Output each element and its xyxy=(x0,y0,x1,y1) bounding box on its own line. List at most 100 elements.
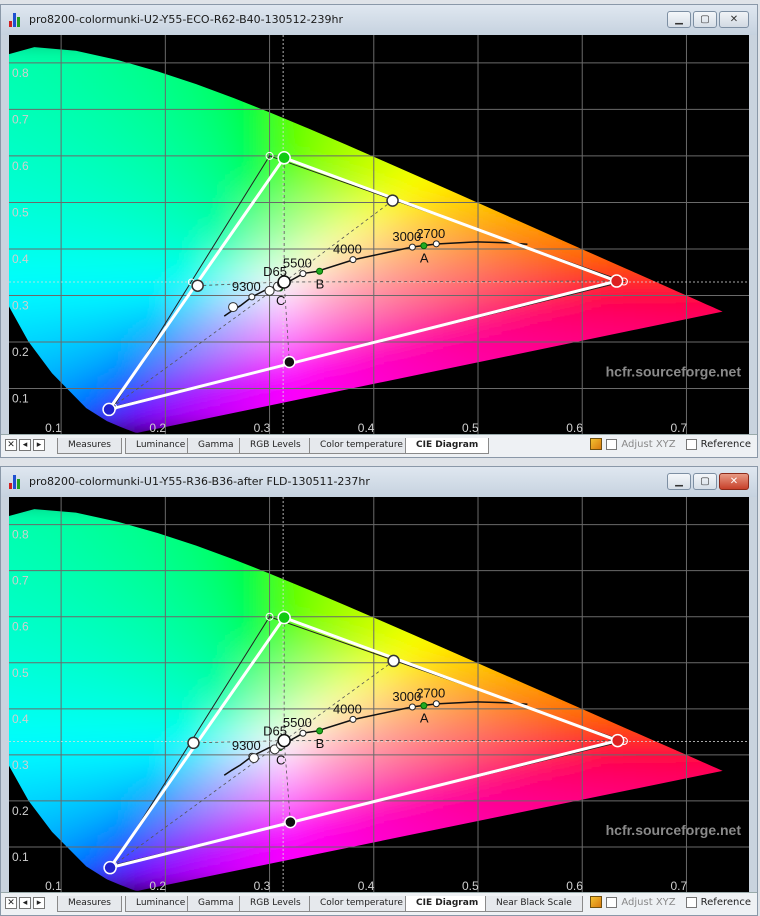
tab-luminance[interactable]: Luminance xyxy=(125,896,197,912)
tab-bar: ✕ ◂ ▸ Measures Luminance Gamma RGB Level… xyxy=(1,892,757,915)
blackbody-marker xyxy=(432,240,440,248)
tab-luminance[interactable]: Luminance xyxy=(125,438,197,454)
secondary-marker xyxy=(283,355,296,369)
maximize-button[interactable]: ▢ xyxy=(693,11,717,28)
tab-cie-diagram[interactable]: CIE Diagram xyxy=(405,438,490,454)
tab-measures[interactable]: Measures xyxy=(57,438,122,454)
illuminant-label: B xyxy=(316,736,325,751)
y-tick-label: 0.2 xyxy=(12,345,29,359)
y-tick-label: 0.7 xyxy=(12,574,29,588)
illuminant-marker xyxy=(420,702,428,710)
grayscale-point xyxy=(264,285,275,296)
maximize-button[interactable]: ▢ xyxy=(693,473,717,490)
secondary-marker xyxy=(187,736,200,750)
reference-label: Reference xyxy=(700,438,751,450)
reference-checkbox[interactable] xyxy=(685,438,697,450)
watermark-text: hcfr.sourceforge.net xyxy=(606,822,742,838)
minimize-button[interactable]: ▁ xyxy=(667,473,691,490)
x-tick-label: 0.3 xyxy=(254,879,271,893)
y-tick-label: 0.7 xyxy=(12,112,29,126)
y-tick-label: 0.6 xyxy=(12,159,29,173)
y-tick-label: 0.6 xyxy=(12,620,29,634)
primary-marker xyxy=(609,274,624,288)
y-tick-label: 0.5 xyxy=(12,666,29,680)
reference-checkbox[interactable] xyxy=(685,896,697,908)
prev-tab-icon[interactable]: ◂ xyxy=(19,897,31,909)
y-tick-label: 0.2 xyxy=(12,804,29,818)
tab-color-temperature[interactable]: Color temperature xyxy=(309,438,414,454)
x-tick-label: 0.1 xyxy=(45,421,62,435)
minimize-button[interactable]: ▁ xyxy=(667,11,691,28)
adjust-xyz-checkbox[interactable] xyxy=(606,438,618,450)
x-tick-label: 0.6 xyxy=(566,879,583,893)
secondary-marker xyxy=(386,194,399,207)
secondary-marker xyxy=(191,279,204,292)
tab-rgb-levels[interactable]: RGB Levels xyxy=(239,896,312,912)
next-tab-icon[interactable]: ▸ xyxy=(33,897,45,909)
blackbody-label: 2700 xyxy=(416,686,445,701)
blackbody-label: 4000 xyxy=(333,701,362,716)
y-tick-label: 0.4 xyxy=(12,712,29,726)
illuminant-label: C xyxy=(276,293,285,308)
close-tab-icon[interactable]: ✕ xyxy=(5,897,17,909)
blackbody-marker xyxy=(408,243,416,251)
close-tab-icon[interactable]: ✕ xyxy=(5,439,17,451)
close-button[interactable]: ✕ xyxy=(719,473,749,490)
x-tick-label: 0.4 xyxy=(358,421,375,435)
grayscale-point xyxy=(228,302,239,313)
title-bar[interactable]: pro8200-colormunki-U2-Y55-ECO-R62-B40-13… xyxy=(1,5,757,35)
x-tick-label: 0.7 xyxy=(670,879,687,893)
chart-app-icon xyxy=(9,13,23,27)
blackbody-label: 9300 xyxy=(232,279,261,294)
settings-icon[interactable] xyxy=(590,896,603,908)
y-tick-label: 0.4 xyxy=(12,252,29,266)
primary-marker xyxy=(277,151,291,165)
y-tick-label: 0.1 xyxy=(12,391,29,405)
illuminant-label: A xyxy=(420,251,429,266)
blackbody-label: 5500 xyxy=(283,715,312,730)
title-bar[interactable]: pro8200-colormunki-U1-Y55-R36-B36-after … xyxy=(1,467,757,497)
tab-near-black-scale[interactable]: Near Black Scale xyxy=(485,896,583,912)
next-tab-icon[interactable]: ▸ xyxy=(33,439,45,451)
window-title: pro8200-colormunki-U1-Y55-R36-B36-after … xyxy=(29,475,370,488)
y-tick-label: 0.8 xyxy=(12,66,29,80)
cie-plot-area[interactable]: 0.1 0.2 0.3 0.4 0.5 0.6 0.7 0.1 0.2 0.3 0.4 0.5 0.6 0… xyxy=(9,497,749,893)
x-tick-label: 0.2 xyxy=(149,421,166,435)
x-tick-label: 0.5 xyxy=(462,879,479,893)
tab-gamma[interactable]: Gamma xyxy=(187,896,245,912)
close-button[interactable]: ✕ xyxy=(719,11,749,28)
adjust-xyz-checkbox[interactable] xyxy=(606,896,618,908)
chart-app-icon xyxy=(9,475,23,489)
x-tick-label: 0.7 xyxy=(670,421,687,435)
illuminant-label: C xyxy=(276,752,285,767)
x-tick-label: 0.5 xyxy=(462,421,479,435)
grayscale-point xyxy=(248,753,259,764)
illuminant-label: B xyxy=(316,276,325,291)
adjust-xyz-label: Adjust XYZ xyxy=(621,438,676,450)
tab-rgb-levels[interactable]: RGB Levels xyxy=(239,438,312,454)
secondary-marker xyxy=(284,815,297,829)
secondary-marker xyxy=(387,654,400,668)
primary-marker xyxy=(610,733,625,748)
tab-measures[interactable]: Measures xyxy=(57,896,122,912)
window-title: pro8200-colormunki-U2-Y55-ECO-R62-B40-13… xyxy=(29,13,344,26)
blackbody-marker xyxy=(432,700,440,708)
blackbody-label: 5500 xyxy=(283,256,312,271)
tab-bar: ✕ ◂ ▸ Measures Luminance Gamma RGB Level… xyxy=(1,434,757,457)
settings-icon[interactable] xyxy=(590,438,603,450)
blackbody-marker xyxy=(248,293,256,301)
tab-cie-diagram[interactable]: CIE Diagram xyxy=(405,896,490,912)
cie-plot-area[interactable]: 0.1 0.2 0.3 0.4 0.5 0.6 0.7 0.1 0.2 0.3 0.4 0.5 0.6 0… xyxy=(9,35,749,435)
primary-marker xyxy=(102,402,116,417)
primary-marker xyxy=(103,860,117,875)
tab-color-temperature[interactable]: Color temperature xyxy=(309,896,414,912)
blackbody-marker xyxy=(299,270,307,278)
blackbody-label: 9300 xyxy=(232,738,261,753)
blackbody-marker xyxy=(299,729,307,737)
prev-tab-icon[interactable]: ◂ xyxy=(19,439,31,451)
blackbody-marker xyxy=(349,256,357,264)
watermark-text: hcfr.sourceforge.net xyxy=(606,363,742,379)
blackbody-marker xyxy=(408,703,416,711)
chart-window-1: pro8200-colormunki-U2-Y55-ECO-R62-B40-13… xyxy=(0,4,758,458)
tab-gamma[interactable]: Gamma xyxy=(187,438,245,454)
